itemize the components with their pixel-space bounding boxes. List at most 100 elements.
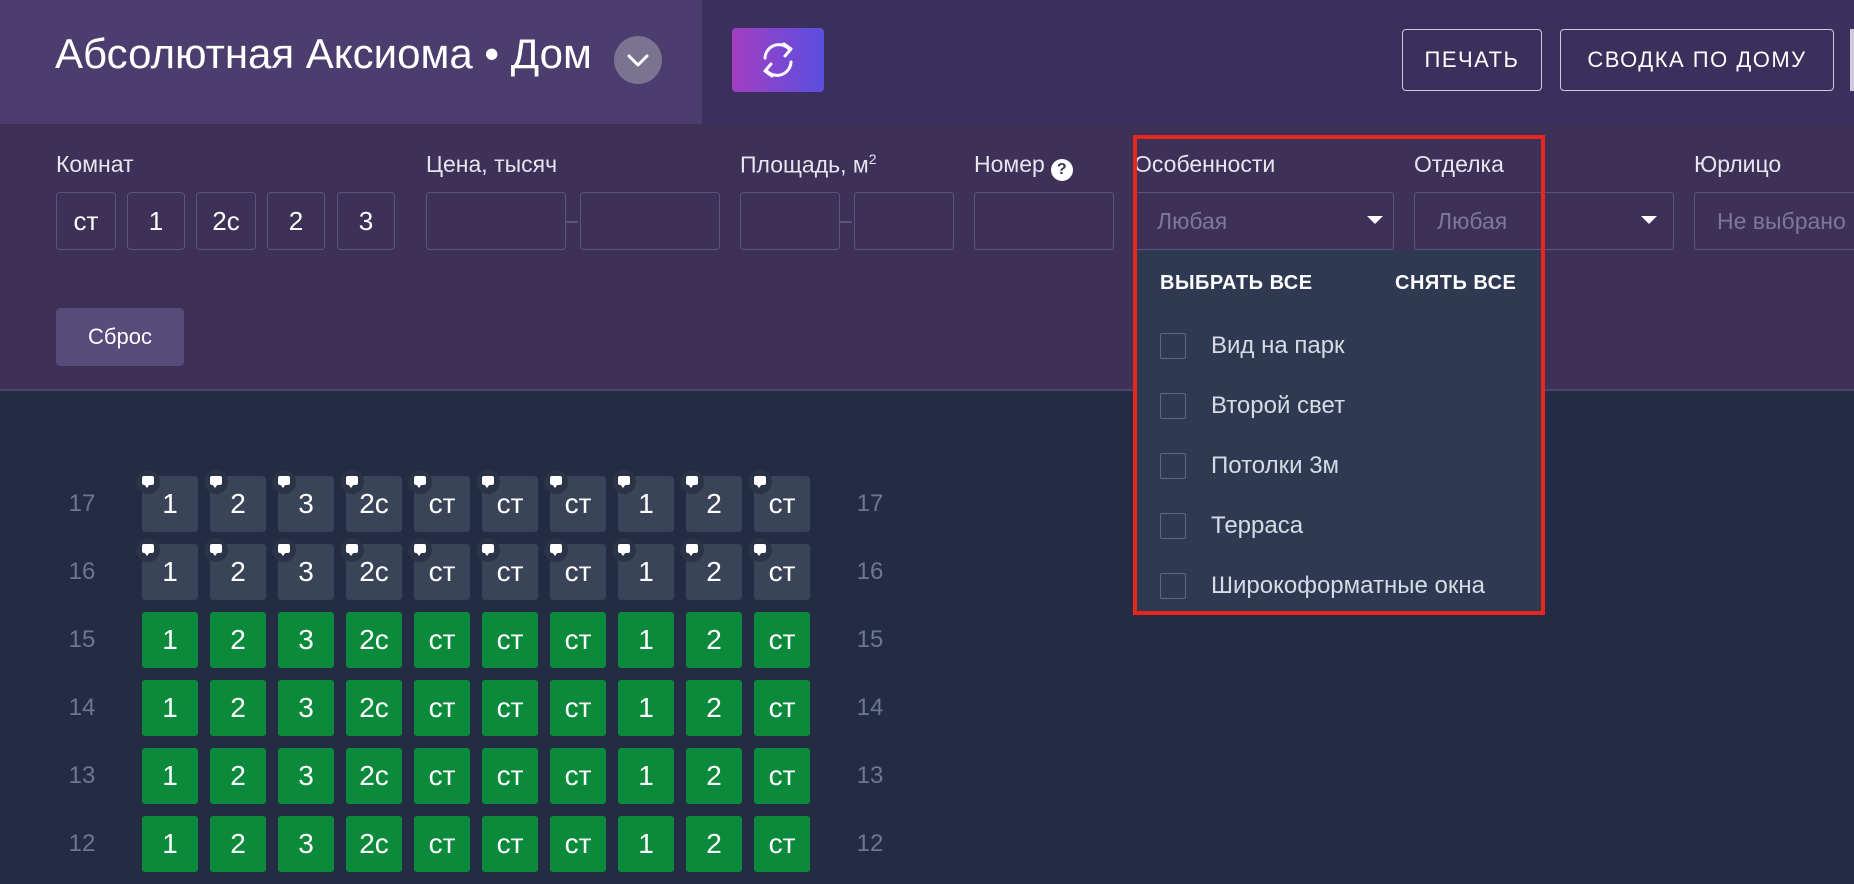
- apartment-cell[interactable]: ст: [414, 748, 470, 804]
- rooms-option-studio[interactable]: ст: [56, 192, 116, 250]
- comment-icon[interactable]: [476, 538, 500, 562]
- apartment-cell[interactable]: 2: [686, 680, 742, 736]
- comment-icon[interactable]: [544, 470, 568, 494]
- apartment-cell[interactable]: 3: [272, 470, 334, 532]
- rooms-option-2s[interactable]: 2с: [196, 192, 256, 250]
- apartment-cell[interactable]: 2: [204, 470, 266, 532]
- comment-icon[interactable]: [340, 470, 364, 494]
- apartment-cell[interactable]: 2с: [346, 816, 402, 872]
- apartment-cell[interactable]: 2: [210, 748, 266, 804]
- apartment-cell[interactable]: 2с: [346, 680, 402, 736]
- apartment-cell[interactable]: ст: [754, 748, 810, 804]
- apartment-cell[interactable]: 1: [142, 816, 198, 872]
- area-max-input[interactable]: [854, 192, 954, 250]
- apartment-cell[interactable]: 3: [278, 612, 334, 668]
- apartment-cell[interactable]: 3: [278, 748, 334, 804]
- comment-icon[interactable]: [272, 470, 296, 494]
- apartment-cell[interactable]: ст: [482, 680, 538, 736]
- apartment-cell[interactable]: 2с: [340, 538, 402, 600]
- apartment-cell[interactable]: ст: [754, 816, 810, 872]
- house-summary-button[interactable]: СВОДКА ПО ДОМУ: [1560, 29, 1834, 91]
- apartment-cell[interactable]: ст: [414, 612, 470, 668]
- apartment-cell[interactable]: 3: [278, 816, 334, 872]
- refresh-button[interactable]: [732, 28, 824, 92]
- price-min-input[interactable]: [426, 192, 566, 250]
- comment-icon[interactable]: [204, 538, 228, 562]
- comment-icon[interactable]: [136, 538, 160, 562]
- apartment-cell[interactable]: ст: [544, 470, 606, 532]
- apartment-cell[interactable]: 2: [680, 538, 742, 600]
- rooms-option-2[interactable]: 2: [267, 192, 325, 250]
- reset-button[interactable]: Сброс: [56, 308, 184, 366]
- apartment-cell[interactable]: 2: [210, 612, 266, 668]
- apartment-type-label: ст: [768, 828, 796, 859]
- apartment-type-label: 1: [638, 556, 654, 587]
- comment-icon[interactable]: [544, 538, 568, 562]
- comment-icon[interactable]: [612, 538, 636, 562]
- apartment-cell[interactable]: ст: [482, 612, 538, 668]
- next-button-edge[interactable]: [1850, 29, 1854, 91]
- comment-icon[interactable]: [340, 538, 364, 562]
- apartment-cell[interactable]: 2с: [346, 612, 402, 668]
- apartment-cell[interactable]: 1: [618, 612, 674, 668]
- apartment-cell[interactable]: ст: [550, 816, 606, 872]
- help-icon[interactable]: ?: [1050, 159, 1073, 181]
- comment-icon[interactable]: [408, 538, 432, 562]
- comment-icon[interactable]: [136, 470, 160, 494]
- apartment-cell[interactable]: 2: [686, 748, 742, 804]
- comment-icon[interactable]: [748, 538, 772, 562]
- comment-icon[interactable]: [476, 470, 500, 494]
- apartment-cell[interactable]: 2с: [340, 470, 402, 532]
- print-button[interactable]: ПЕЧАТЬ: [1402, 29, 1542, 91]
- apartment-cell[interactable]: ст: [482, 816, 538, 872]
- apartment-cell[interactable]: 3: [278, 680, 334, 736]
- apartment-cell[interactable]: ст: [414, 816, 470, 872]
- apartment-cell[interactable]: ст: [550, 748, 606, 804]
- apartment-cell[interactable]: ст: [408, 470, 470, 532]
- rooms-option-1[interactable]: 1: [127, 192, 185, 250]
- apartment-cell[interactable]: 1: [612, 538, 674, 600]
- apartment-cell[interactable]: ст: [754, 612, 810, 668]
- apartment-cell[interactable]: ст: [754, 680, 810, 736]
- apartment-cell[interactable]: 1: [136, 538, 198, 600]
- apartment-cell[interactable]: ст: [544, 538, 606, 600]
- apartment-cell[interactable]: 1: [618, 816, 674, 872]
- apartment-cell[interactable]: ст: [748, 538, 810, 600]
- comment-icon[interactable]: [204, 470, 228, 494]
- area-min-input[interactable]: [740, 192, 840, 250]
- apartment-cell[interactable]: 2: [210, 680, 266, 736]
- apartment-cell[interactable]: 1: [612, 470, 674, 532]
- apartment-cell[interactable]: 1: [142, 748, 198, 804]
- comment-icon[interactable]: [272, 538, 296, 562]
- number-input[interactable]: [974, 192, 1114, 250]
- apartment-cell[interactable]: 2: [686, 612, 742, 668]
- comment-icon[interactable]: [408, 470, 432, 494]
- comment-icon[interactable]: [680, 470, 704, 494]
- apartment-cell[interactable]: ст: [476, 538, 538, 600]
- comment-icon[interactable]: [612, 470, 636, 494]
- apartment-cell[interactable]: 2: [210, 816, 266, 872]
- apartment-cell[interactable]: 3: [272, 538, 334, 600]
- apartment-cell[interactable]: ст: [476, 470, 538, 532]
- price-max-input[interactable]: [580, 192, 720, 250]
- apartment-cell[interactable]: ст: [414, 680, 470, 736]
- apartment-cell[interactable]: 1: [142, 680, 198, 736]
- apartment-cell[interactable]: 2: [204, 538, 266, 600]
- apartment-cell[interactable]: 2с: [346, 748, 402, 804]
- comment-icon[interactable]: [680, 538, 704, 562]
- apartment-cell[interactable]: 1: [618, 748, 674, 804]
- apartment-cell[interactable]: 1: [618, 680, 674, 736]
- apartment-cell[interactable]: ст: [748, 470, 810, 532]
- legal-entity-select[interactable]: Не выбрано: [1694, 192, 1854, 250]
- apartment-cell[interactable]: ст: [408, 538, 470, 600]
- apartment-cell[interactable]: 2: [680, 470, 742, 532]
- apartment-cell[interactable]: 1: [142, 612, 198, 668]
- apartment-cell[interactable]: ст: [482, 748, 538, 804]
- apartment-cell[interactable]: ст: [550, 612, 606, 668]
- comment-icon[interactable]: [748, 470, 772, 494]
- title-dropdown-button[interactable]: [614, 36, 662, 84]
- rooms-option-3[interactable]: 3: [337, 192, 395, 250]
- apartment-cell[interactable]: ст: [550, 680, 606, 736]
- apartment-cell[interactable]: 1: [136, 470, 198, 532]
- apartment-cell[interactable]: 2: [686, 816, 742, 872]
